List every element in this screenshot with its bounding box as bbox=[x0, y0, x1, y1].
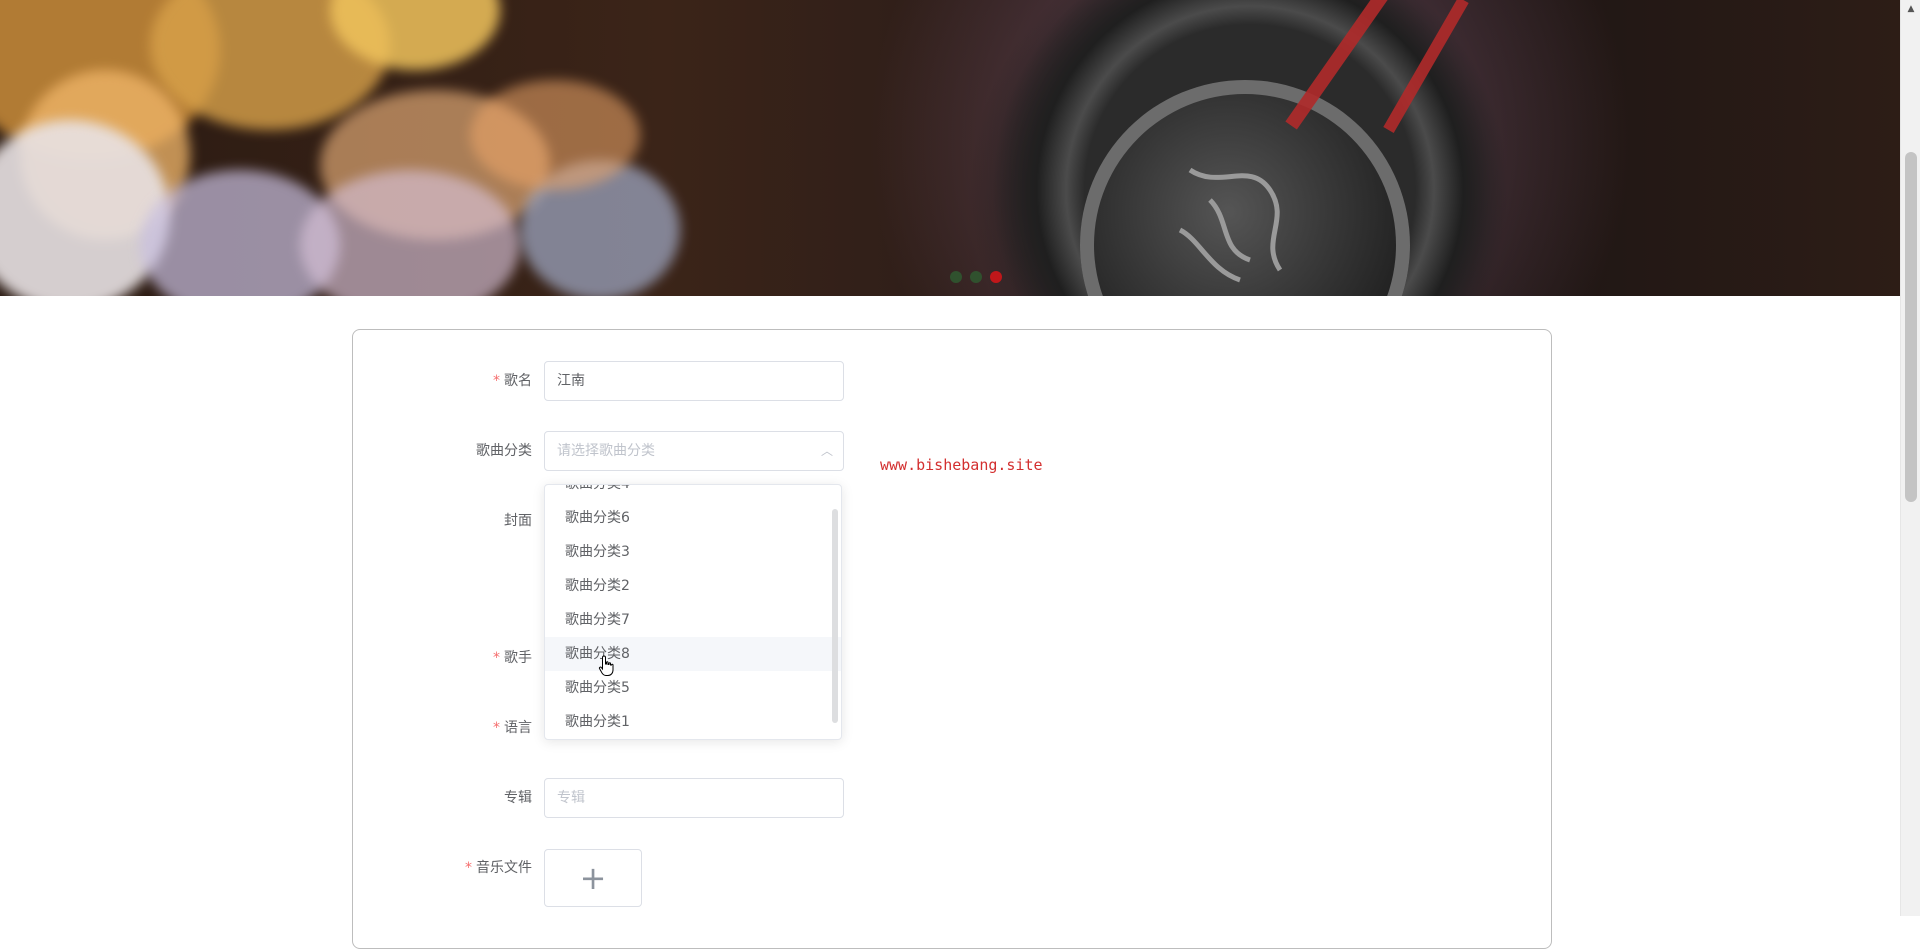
album-input[interactable]: 专辑 bbox=[544, 778, 844, 818]
required-mark: * bbox=[465, 860, 472, 876]
banner-carousel bbox=[0, 0, 1900, 296]
song-name-input[interactable]: 江南 bbox=[544, 361, 844, 401]
bokeh-light bbox=[470, 80, 640, 190]
category-select[interactable]: 请选择歌曲分类 ︿ bbox=[544, 431, 844, 471]
category-option[interactable]: 歌曲分类4 bbox=[545, 485, 841, 501]
razer-logo-icon bbox=[1178, 167, 1283, 283]
category-option-hovered[interactable]: 歌曲分类8 bbox=[545, 637, 841, 671]
category-option[interactable]: 歌曲分类7 bbox=[545, 603, 841, 637]
music-file-upload-button[interactable]: + bbox=[544, 849, 642, 907]
cover-label: 封面 bbox=[504, 513, 532, 529]
category-option[interactable]: 歌曲分类2 bbox=[545, 569, 841, 603]
category-option-list: 歌曲分类4 歌曲分类6 歌曲分类3 歌曲分类2 歌曲分类7 歌曲分类8 歌曲分类… bbox=[545, 485, 841, 739]
form-row-music-file: * 音乐文件 bbox=[352, 848, 952, 888]
category-label: 歌曲分类 bbox=[476, 443, 532, 459]
scroll-thumb[interactable] bbox=[1905, 152, 1917, 502]
hand-cursor-icon bbox=[598, 655, 614, 676]
language-label: * 语言 bbox=[493, 720, 532, 736]
album-label: 专辑 bbox=[504, 790, 532, 806]
category-option[interactable]: 歌曲分类5 bbox=[545, 671, 841, 705]
category-dropdown: 歌曲分类4 歌曲分类6 歌曲分类3 歌曲分类2 歌曲分类7 歌曲分类8 歌曲分类… bbox=[544, 484, 842, 740]
required-mark: * bbox=[493, 650, 500, 666]
category-placeholder: 请选择歌曲分类 bbox=[557, 443, 655, 459]
category-option[interactable]: 歌曲分类1 bbox=[545, 705, 841, 739]
carousel-indicators bbox=[0, 271, 1900, 285]
carousel-dot-2[interactable] bbox=[970, 271, 982, 283]
form-row-song-name: * 歌名 江南 bbox=[352, 361, 952, 401]
watermark-text: www.bishebang.site bbox=[880, 456, 1043, 474]
required-mark: * bbox=[493, 373, 500, 389]
scroll-up-arrow-icon[interactable]: ▲ bbox=[1901, 0, 1920, 18]
required-mark: * bbox=[493, 720, 500, 736]
carousel-dot-1[interactable] bbox=[950, 271, 962, 283]
song-name-label: * 歌名 bbox=[493, 373, 532, 389]
form-row-category: 歌曲分类 请选择歌曲分类 ︿ bbox=[352, 431, 952, 471]
category-option[interactable]: 歌曲分类6 bbox=[545, 501, 841, 535]
music-file-label: * 音乐文件 bbox=[465, 860, 532, 876]
chevron-up-icon: ︿ bbox=[820, 444, 833, 458]
carousel-dot-3[interactable] bbox=[990, 271, 1002, 283]
dropdown-scrollbar[interactable] bbox=[832, 509, 838, 723]
singer-label: * 歌手 bbox=[493, 650, 532, 666]
form-row-album: 专辑 专辑 bbox=[352, 778, 952, 818]
plus-icon: + bbox=[579, 859, 607, 897]
category-option[interactable]: 歌曲分类3 bbox=[545, 535, 841, 569]
page-scrollbar[interactable]: ▲ bbox=[1900, 0, 1920, 916]
